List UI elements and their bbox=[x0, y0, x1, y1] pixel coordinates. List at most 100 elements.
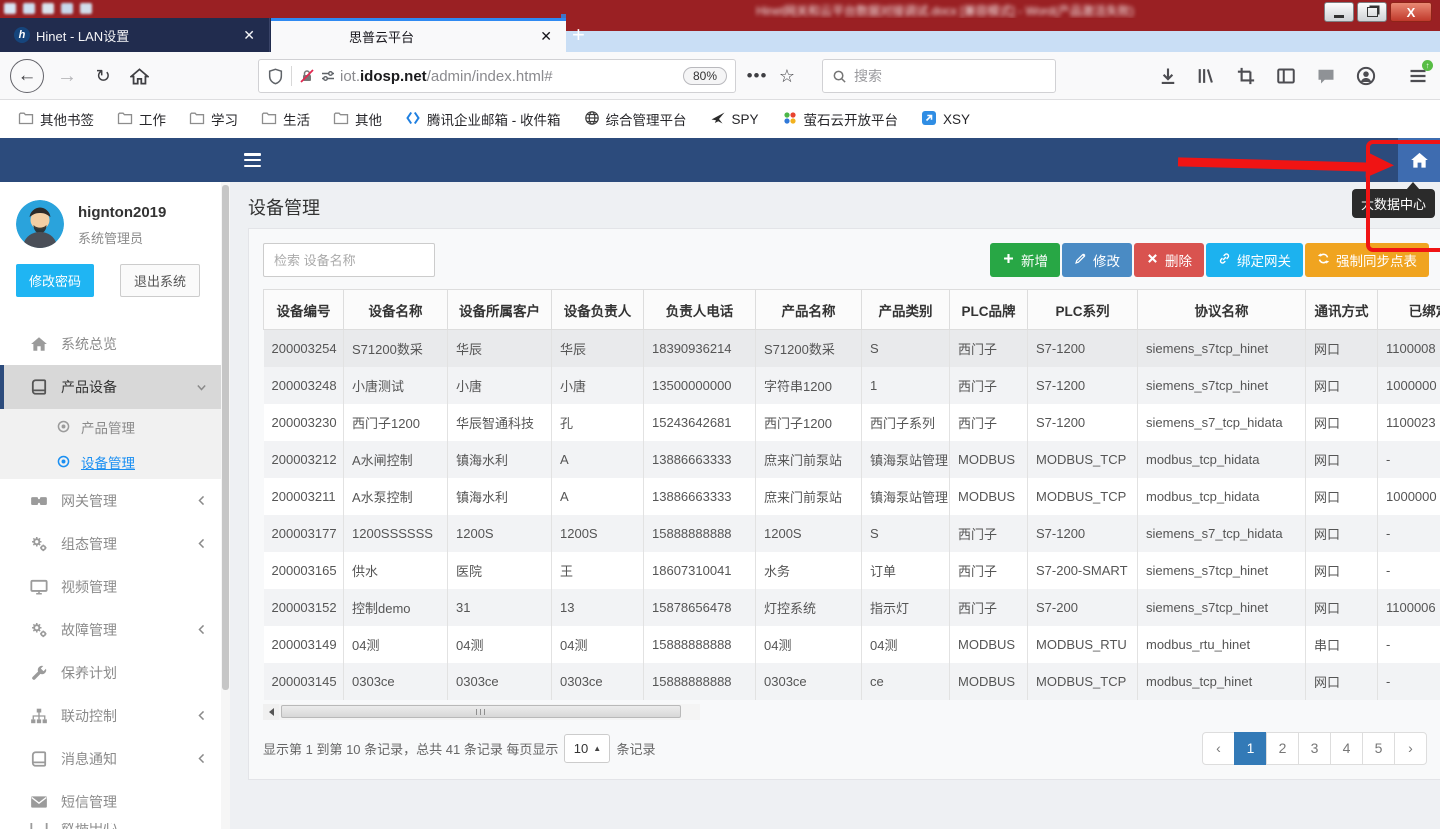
page-actions-icon[interactable]: ••• bbox=[742, 52, 772, 100]
url-bar[interactable]: iot.idosp.net/admin/index.html# 80% bbox=[258, 59, 736, 93]
tab-sipu-cloud[interactable]: 思普云平台 ✕ bbox=[271, 18, 566, 52]
restore-button[interactable] bbox=[1357, 2, 1387, 22]
cell: S7-1200 bbox=[1028, 515, 1138, 552]
cell: 200003212 bbox=[264, 441, 344, 478]
bookmark-item[interactable]: 其他书签 bbox=[18, 109, 94, 129]
background-window-ribbon bbox=[566, 31, 1440, 52]
cell: S71200数采 bbox=[344, 330, 448, 367]
tab-close-icon[interactable]: ✕ bbox=[536, 28, 556, 45]
page-size-dropdown[interactable]: 10▲ bbox=[564, 734, 610, 763]
sidebar-scrollbar[interactable] bbox=[221, 182, 230, 829]
close-button[interactable]: X bbox=[1390, 2, 1432, 22]
tab-close-icon[interactable]: ✕ bbox=[239, 27, 259, 44]
sidebar-collapse-icon[interactable] bbox=[244, 153, 261, 167]
bookmark-item[interactable]: 腾讯企业邮箱 - 收件箱 bbox=[405, 109, 561, 129]
screenshot-icon[interactable] bbox=[1236, 66, 1256, 86]
downloads-icon[interactable] bbox=[1158, 66, 1178, 86]
library-icon[interactable] bbox=[1196, 66, 1216, 86]
cell: 小唐 bbox=[552, 367, 644, 404]
pagination-info-suffix: 条记录 bbox=[616, 739, 655, 758]
scrollbar-track[interactable] bbox=[279, 704, 700, 720]
bookmark-item[interactable]: 萤石云开放平台 bbox=[782, 109, 899, 129]
sidebar-toggle-icon[interactable] bbox=[1276, 66, 1296, 86]
table-row[interactable]: 200003165供水医院王18607310041水务订单西门子S7-200-S… bbox=[264, 552, 1440, 589]
cell: 15888888888 bbox=[644, 663, 756, 700]
table-row[interactable]: 200003254S71200数采华辰华辰18390936214S71200数采… bbox=[264, 330, 1440, 367]
bookmark-item[interactable]: 生活 bbox=[261, 109, 310, 129]
cell: MODBUS_TCP bbox=[1028, 478, 1138, 515]
table-row[interactable]: 2000031450303ce0303ce0303ce1588888888803… bbox=[264, 663, 1440, 700]
submenu-item-设备管理[interactable]: 设备管理 bbox=[0, 444, 230, 479]
table-row[interactable]: 200003211A水泵控制镇海水利A13886663333庶来门前泵站镇海泵站… bbox=[264, 478, 1440, 515]
messages-icon[interactable] bbox=[1316, 66, 1336, 86]
cell: 网口 bbox=[1306, 589, 1378, 626]
cell: - bbox=[1378, 663, 1440, 700]
sidebar-item-8[interactable]: 联动控制 bbox=[0, 694, 230, 737]
bookmark-item[interactable]: 工作 bbox=[117, 109, 166, 129]
device-search-input[interactable] bbox=[263, 243, 435, 277]
sidebar-item-1[interactable]: 系统总览 bbox=[0, 322, 230, 365]
minimize-button[interactable] bbox=[1324, 2, 1354, 22]
scrollbar-thumb[interactable] bbox=[281, 705, 681, 718]
table-row[interactable]: 200003230西门子1200华辰智通科技孔15243642681西门子120… bbox=[264, 404, 1440, 441]
button-label: 修改 bbox=[1093, 250, 1120, 270]
pager-next-button[interactable]: › bbox=[1394, 732, 1427, 765]
sidebar-item-10[interactable]: 短信管理 bbox=[0, 780, 230, 823]
cell: 西门子1200 bbox=[756, 404, 862, 441]
pager-page-3[interactable]: 3 bbox=[1298, 732, 1331, 765]
绑定网关-button[interactable]: 绑定网关 bbox=[1206, 243, 1303, 277]
sidebar-item-11[interactable]: 数据中心 bbox=[0, 823, 230, 829]
删除-button[interactable]: 删除 bbox=[1134, 243, 1204, 277]
bookmark-item[interactable]: XSY bbox=[921, 110, 970, 129]
table-row[interactable]: 200003248小唐测试小唐小唐13500000000字符串12001西门子S… bbox=[264, 367, 1440, 404]
cell: MODBUS bbox=[950, 478, 1028, 515]
back-button[interactable]: ← bbox=[8, 52, 46, 100]
sidebar-item-3[interactable]: 网关管理 bbox=[0, 479, 230, 522]
table-row[interactable]: 200003152控制demo311315878656478灯控系统指示灯西门子… bbox=[264, 589, 1440, 626]
scrollbar-thumb[interactable] bbox=[222, 185, 229, 690]
pager-page-2[interactable]: 2 bbox=[1266, 732, 1299, 765]
bookmark-item[interactable]: 其他 bbox=[333, 109, 382, 129]
pager-prev-button[interactable]: ‹ bbox=[1202, 732, 1235, 765]
tab-hinet-lan[interactable]: h Hinet - LAN设置 ✕ bbox=[4, 18, 270, 52]
sidebar-item-4[interactable]: 组态管理 bbox=[0, 522, 230, 565]
table-row[interactable]: 20000314904测04测04测1588888888804测04测MODBU… bbox=[264, 626, 1440, 663]
change-password-button[interactable]: 修改密码 bbox=[16, 264, 94, 297]
browser-search-box[interactable] bbox=[822, 59, 1056, 93]
修改-button[interactable]: 修改 bbox=[1062, 243, 1132, 277]
pager-page-1[interactable]: 1 bbox=[1234, 732, 1267, 765]
bookmark-item[interactable]: SPY bbox=[710, 110, 759, 129]
pager-page-5[interactable]: 5 bbox=[1362, 732, 1395, 765]
submenu-item-产品管理[interactable]: 产品管理 bbox=[0, 409, 230, 444]
sidebar-item-9[interactable]: 消息通知 bbox=[0, 737, 230, 780]
target-icon bbox=[56, 419, 71, 434]
reload-button[interactable]: ↻ bbox=[86, 52, 120, 100]
cell: ce bbox=[862, 663, 950, 700]
forward-button[interactable]: → bbox=[50, 52, 84, 100]
browser-home-button[interactable] bbox=[122, 52, 156, 100]
avatar bbox=[16, 200, 64, 248]
new-tab-button[interactable]: + bbox=[572, 22, 585, 48]
bookmark-star-icon[interactable]: ☆ bbox=[772, 52, 802, 100]
zoom-level-badge[interactable]: 80% bbox=[683, 67, 727, 85]
logout-button[interactable]: 退出系统 bbox=[120, 264, 200, 297]
horizontal-scrollbar[interactable] bbox=[263, 704, 700, 720]
sidebar-item-6[interactable]: 故障管理 bbox=[0, 608, 230, 651]
table-row[interactable]: 2000031771200SSSSSS1200S1200S15888888888… bbox=[264, 515, 1440, 552]
menu-icon[interactable]: ↑ bbox=[1408, 66, 1428, 86]
cell: 华辰智通科技 bbox=[448, 404, 552, 441]
新增-button[interactable]: 新增 bbox=[990, 243, 1060, 277]
bookmark-item[interactable]: 学习 bbox=[189, 109, 238, 129]
cell: 庶来门前泵站 bbox=[756, 441, 862, 478]
sidebar-item-2[interactable]: 产品设备 bbox=[0, 365, 230, 409]
table-row[interactable]: 200003212A水闸控制镇海水利A13886663333庶来门前泵站镇海泵站… bbox=[264, 441, 1440, 478]
search-input[interactable] bbox=[854, 68, 1024, 84]
scroll-left-icon[interactable] bbox=[263, 704, 279, 720]
account-icon[interactable] bbox=[1356, 66, 1376, 86]
sidebar-item-5[interactable]: 视频管理 bbox=[0, 565, 230, 608]
cell: siemens_s7_tcp_hidata bbox=[1138, 515, 1306, 552]
cell: MODBUS_RTU bbox=[1028, 626, 1138, 663]
pager-page-4[interactable]: 4 bbox=[1330, 732, 1363, 765]
sidebar-item-7[interactable]: 保养计划 bbox=[0, 651, 230, 694]
bookmark-item[interactable]: 综合管理平台 bbox=[584, 109, 687, 129]
